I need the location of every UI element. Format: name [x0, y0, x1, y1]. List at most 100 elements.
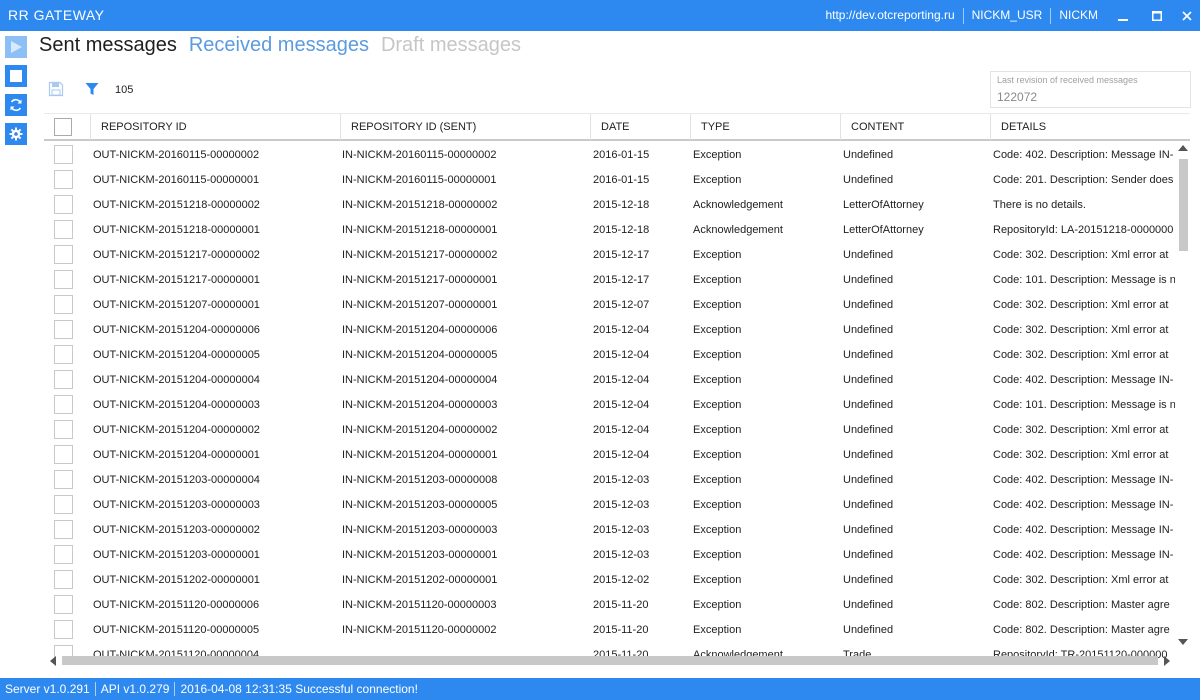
row-checkbox[interactable] [54, 495, 73, 514]
table-row[interactable]: OUT-NICKM-20151203-00000001 IN-NICKM-2015… [44, 543, 1175, 568]
table-row[interactable]: OUT-NICKM-20151203-00000004 IN-NICKM-2015… [44, 468, 1175, 493]
cell-repository-id-sent: IN-NICKM-20151203-00000005 [342, 499, 498, 511]
connection-status: 2016-04-08 12:31:35 Successful connectio… [180, 682, 418, 696]
row-checkbox[interactable] [54, 570, 73, 589]
table-row[interactable]: OUT-NICKM-20151202-00000001 IN-NICKM-2015… [44, 568, 1175, 593]
row-checkbox[interactable] [54, 370, 73, 389]
user-name[interactable]: NICKM_USR [964, 0, 1051, 31]
cell-type: Exception [693, 474, 742, 486]
scroll-up-arrow-icon[interactable] [1178, 145, 1188, 151]
table-row[interactable]: OUT-NICKM-20151203-00000002 IN-NICKM-2015… [44, 518, 1175, 543]
cell-details: Code: 402. Description: Message IN- [993, 524, 1174, 536]
cell-repository-id-sent: IN-NICKM-20151204-00000005 [342, 349, 498, 361]
app-title: RR GATEWAY [8, 7, 105, 23]
table-row[interactable]: OUT-NICKM-20151204-00000004 IN-NICKM-2015… [44, 368, 1175, 393]
cell-repository-id: OUT-NICKM-20151203-00000003 [93, 499, 260, 511]
close-button[interactable] [1174, 0, 1200, 31]
cell-content: Undefined [843, 399, 894, 411]
scroll-right-arrow-icon[interactable] [1164, 656, 1170, 666]
table-row[interactable]: OUT-NICKM-20151204-00000005 IN-NICKM-2015… [44, 343, 1175, 368]
table-row[interactable]: OUT-NICKM-20151207-00000001 IN-NICKM-2015… [44, 293, 1175, 318]
row-checkbox[interactable] [54, 395, 73, 414]
cell-date: 2015-12-04 [593, 324, 650, 336]
table-header: REPOSITORY ID REPOSITORY ID (SENT) DATE … [44, 113, 1190, 141]
save-icon[interactable] [48, 81, 64, 97]
table-row[interactable]: OUT-NICKM-20151218-00000002 IN-NICKM-2015… [44, 193, 1175, 218]
row-checkbox[interactable] [54, 545, 73, 564]
column-header-repository-id[interactable]: REPOSITORY ID [90, 114, 340, 140]
row-checkbox[interactable] [54, 595, 73, 614]
tab-sent-messages[interactable]: Sent messages [39, 34, 177, 57]
cell-repository-id: OUT-NICKM-20151207-00000001 [93, 299, 260, 311]
row-checkbox[interactable] [54, 170, 73, 189]
cell-date: 2016-01-15 [593, 149, 650, 161]
row-checkbox[interactable] [54, 245, 73, 264]
cell-date: 2015-12-04 [593, 374, 650, 386]
column-header-content[interactable]: CONTENT [840, 114, 990, 140]
row-checkbox[interactable] [54, 270, 73, 289]
column-header-details[interactable]: DETAILS [990, 114, 1190, 140]
row-checkbox[interactable] [54, 620, 73, 639]
stop-button[interactable] [5, 65, 27, 87]
vertical-scroll-thumb[interactable] [1179, 159, 1188, 251]
server-url-link[interactable]: http://dev.otcreporting.ru [817, 0, 962, 31]
minimize-button[interactable] [1106, 0, 1140, 31]
column-header-repository-id-sent[interactable]: REPOSITORY ID (SENT) [340, 114, 590, 140]
cell-type: Exception [693, 174, 742, 186]
row-checkbox[interactable] [54, 145, 73, 164]
scroll-down-arrow-icon[interactable] [1178, 639, 1188, 645]
column-header-date[interactable]: DATE [590, 114, 690, 140]
cell-date: 2015-12-04 [593, 424, 650, 436]
cell-content: Undefined [843, 174, 894, 186]
table-row[interactable]: OUT-NICKM-20160115-00000001 IN-NICKM-2016… [44, 168, 1175, 193]
cell-type: Exception [693, 349, 742, 361]
row-checkbox[interactable] [54, 445, 73, 464]
cell-repository-id-sent: IN-NICKM-20151204-00000001 [342, 449, 498, 461]
cell-type: Exception [693, 599, 742, 611]
table-row[interactable]: OUT-NICKM-20160115-00000002 IN-NICKM-2016… [44, 143, 1175, 168]
cell-details: Code: 802. Description: Master agre [993, 599, 1170, 611]
revision-field[interactable]: Last revision of received messages 12207… [990, 71, 1191, 108]
cell-details: Code: 802. Description: Master agre [993, 624, 1170, 636]
tab-draft-messages[interactable]: Draft messages [381, 34, 521, 57]
tab-received-messages[interactable]: Received messages [189, 34, 369, 57]
account-name[interactable]: NICKM [1051, 0, 1106, 31]
cell-type: Acknowledgement [693, 224, 783, 236]
row-checkbox[interactable] [54, 195, 73, 214]
table-row[interactable]: OUT-NICKM-20151218-00000001 IN-NICKM-2015… [44, 218, 1175, 243]
table-row[interactable]: OUT-NICKM-20151204-00000006 IN-NICKM-2015… [44, 318, 1175, 343]
vertical-scrollbar[interactable] [1176, 143, 1190, 656]
table-row[interactable]: OUT-NICKM-20151120-00000005 IN-NICKM-2015… [44, 618, 1175, 643]
table-row[interactable]: OUT-NICKM-20151204-00000002 IN-NICKM-2015… [44, 418, 1175, 443]
row-checkbox[interactable] [54, 295, 73, 314]
cell-type: Exception [693, 449, 742, 461]
cell-repository-id-sent: IN-NICKM-20151204-00000006 [342, 324, 498, 336]
row-checkbox[interactable] [54, 520, 73, 539]
cell-details: Code: 302. Description: Xml error at [993, 299, 1169, 311]
column-header-type[interactable]: TYPE [690, 114, 840, 140]
row-checkbox[interactable] [54, 320, 73, 339]
table-row[interactable]: OUT-NICKM-20151217-00000002 IN-NICKM-2015… [44, 243, 1175, 268]
cell-content: Undefined [843, 624, 894, 636]
row-checkbox[interactable] [54, 220, 73, 239]
row-checkbox[interactable] [54, 420, 73, 439]
table-row[interactable]: OUT-NICKM-20151204-00000001 IN-NICKM-2015… [44, 443, 1175, 468]
play-button[interactable] [5, 36, 27, 58]
maximize-button[interactable] [1140, 0, 1174, 31]
table-row[interactable]: OUT-NICKM-20151217-00000001 IN-NICKM-2015… [44, 268, 1175, 293]
filter-icon[interactable] [85, 82, 99, 96]
table-row[interactable]: OUT-NICKM-20151120-00000006 IN-NICKM-2015… [44, 593, 1175, 618]
cell-details: Code: 302. Description: Xml error at [993, 574, 1169, 586]
table-row[interactable]: OUT-NICKM-20151203-00000003 IN-NICKM-2015… [44, 493, 1175, 518]
cell-type: Exception [693, 424, 742, 436]
table-row[interactable]: OUT-NICKM-20151204-00000003 IN-NICKM-2015… [44, 393, 1175, 418]
scroll-left-arrow-icon[interactable] [50, 656, 56, 666]
refresh-button[interactable] [5, 94, 27, 116]
select-all-checkbox[interactable] [54, 118, 72, 136]
row-checkbox[interactable] [54, 470, 73, 489]
horizontal-scroll-thumb[interactable] [62, 656, 1158, 665]
cell-content: Undefined [843, 349, 894, 361]
horizontal-scrollbar[interactable] [44, 655, 1176, 667]
settings-button[interactable] [5, 123, 27, 145]
row-checkbox[interactable] [54, 345, 73, 364]
